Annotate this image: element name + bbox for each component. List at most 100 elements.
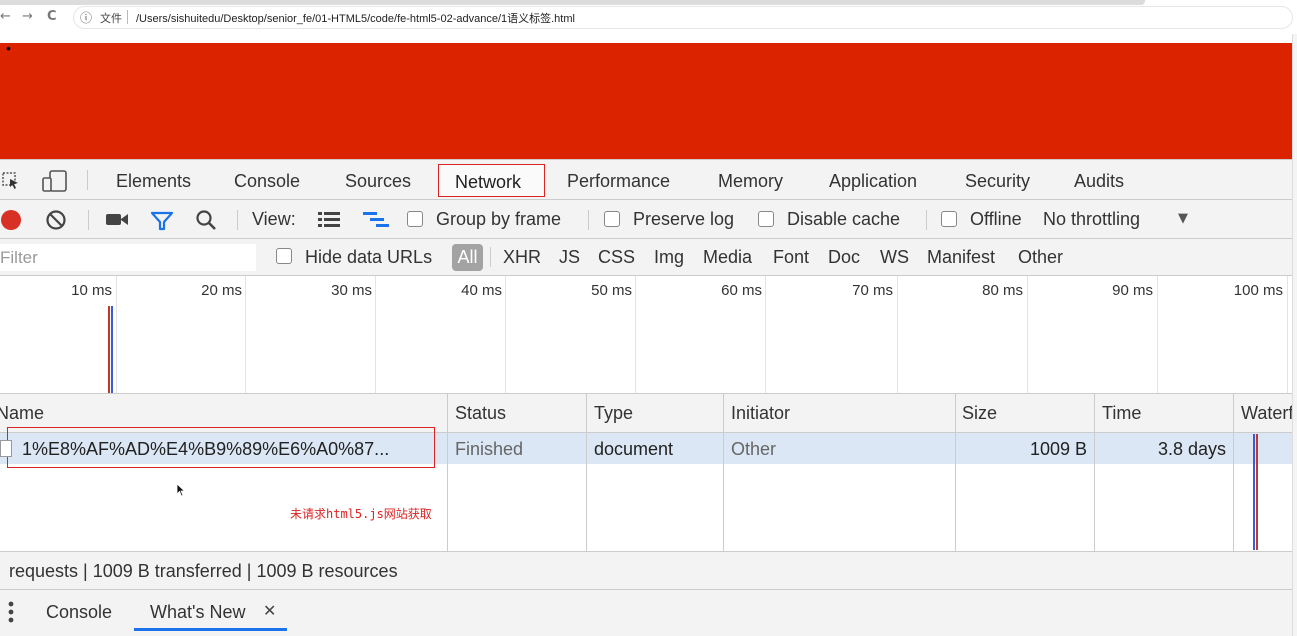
- close-icon[interactable]: ✕: [263, 601, 276, 620]
- waterfall-load-line: [1253, 434, 1255, 550]
- column-divider: [447, 394, 448, 552]
- column-divider: [955, 394, 956, 552]
- tab-strip-edge: [0, 0, 1145, 5]
- column-divider: [586, 394, 587, 552]
- drawer-tab-console[interactable]: Console: [46, 602, 112, 623]
- tick-gridline: [505, 276, 506, 393]
- tick-gridline: [375, 276, 376, 393]
- tick-gridline: [245, 276, 246, 393]
- capture-screenshots-icon[interactable]: [105, 212, 129, 227]
- filter-type-ws[interactable]: WS: [880, 247, 909, 268]
- filter-input[interactable]: [0, 244, 256, 271]
- toolbar-divider: [588, 210, 589, 230]
- waterfall-dcl-line: [1256, 434, 1258, 550]
- requests-table: Name Status Type Initiator Size Time Wat…: [0, 394, 1292, 552]
- summary-text: requests | 1009 B transferred | 1009 B r…: [9, 561, 398, 581]
- throttling-select[interactable]: No throttling: [1043, 209, 1140, 230]
- filter-type-font[interactable]: Font: [773, 247, 809, 268]
- network-toolbar: View: Group by frame Preserve log Disabl…: [0, 200, 1292, 239]
- filter-type-other[interactable]: Other: [1018, 247, 1063, 268]
- filter-type-manifest[interactable]: Manifest: [927, 247, 995, 268]
- page-red-block: [0, 43, 1292, 159]
- group-by-frame-checkbox[interactable]: [407, 211, 423, 227]
- tab-network[interactable]: Network: [438, 164, 545, 197]
- header-type[interactable]: Type: [594, 403, 633, 424]
- header-status[interactable]: Status: [455, 403, 506, 424]
- filter-divider: [490, 247, 491, 267]
- tab-security[interactable]: Security: [965, 171, 1030, 192]
- filter-type-all[interactable]: All: [452, 244, 483, 271]
- back-icon[interactable]: ←: [0, 9, 11, 24]
- tab-memory[interactable]: Memory: [718, 171, 783, 192]
- filter-type-media[interactable]: Media: [703, 247, 752, 268]
- column-divider: [1233, 394, 1234, 552]
- clear-icon[interactable]: [45, 209, 67, 231]
- offline-label: Offline: [970, 209, 1022, 229]
- annotation-note: 未请求html5.js网站获取: [290, 507, 432, 521]
- chevron-down-icon[interactable]: ▼: [1178, 211, 1188, 226]
- tick-label: 20 ms: [201, 282, 242, 299]
- header-time[interactable]: Time: [1102, 403, 1141, 424]
- filter-type-img[interactable]: Img: [654, 247, 684, 268]
- header-name[interactable]: Name: [0, 403, 44, 424]
- device-toolbar-icon[interactable]: [42, 170, 68, 192]
- column-divider: [1094, 394, 1095, 552]
- tick-label: 80 ms: [982, 282, 1023, 299]
- summary-bar: requests | 1009 B transferred | 1009 B r…: [0, 552, 1292, 590]
- tick-gridline: [897, 276, 898, 393]
- reload-icon[interactable]: C: [47, 9, 57, 24]
- tick-gridline: [1027, 276, 1028, 393]
- header-waterfall[interactable]: Waterfall: [1241, 403, 1292, 424]
- tick-label: 100 ms: [1233, 282, 1283, 299]
- tab-audits[interactable]: Audits: [1074, 171, 1124, 192]
- view-label: View:: [252, 209, 296, 229]
- tab-application[interactable]: Application: [829, 171, 917, 192]
- hide-data-urls-checkbox[interactable]: [276, 248, 292, 264]
- record-button[interactable]: [1, 210, 21, 230]
- filter-type-css[interactable]: CSS: [598, 247, 635, 268]
- cell-size: 1009 B: [1029, 439, 1087, 459]
- offline-checkbox[interactable]: [941, 211, 957, 227]
- tab-performance[interactable]: Performance: [567, 171, 670, 192]
- active-tab-indicator: [134, 628, 287, 631]
- tab-network-label: Network: [455, 172, 522, 192]
- url-text[interactable]: /Users/sishuitedu/Desktop/senior_fe/01-H…: [136, 10, 575, 26]
- filter-type-js[interactable]: JS: [559, 247, 580, 268]
- column-divider: [723, 394, 724, 552]
- tabbar-divider: [87, 170, 88, 190]
- disable-cache-label: Disable cache: [787, 209, 901, 229]
- header-size[interactable]: Size: [962, 403, 997, 424]
- devtools-tabbar: Elements Console Sources Network Perform…: [0, 160, 1292, 200]
- drawer-tab-whats-new[interactable]: What's New: [150, 602, 245, 623]
- tick-label: 30 ms: [331, 282, 372, 299]
- network-overview[interactable]: 10 ms 20 ms 30 ms 40 ms 50 ms 60 ms 70 m…: [0, 276, 1292, 394]
- preserve-log-checkbox[interactable]: [604, 211, 620, 227]
- drawer-tabbar: Console What's New ✕: [0, 590, 1292, 636]
- inspect-element-icon[interactable]: [2, 172, 20, 190]
- tick-gridline: [635, 276, 636, 393]
- forward-icon[interactable]: →: [22, 9, 33, 24]
- tick-label: 40 ms: [461, 282, 502, 299]
- tick-gridline: [1287, 276, 1288, 393]
- large-rows-icon[interactable]: [317, 211, 341, 228]
- overview-waterfall-icon[interactable]: [362, 211, 390, 228]
- tick-label: 60 ms: [721, 282, 762, 299]
- devtools-panel: Elements Console Sources Network Perform…: [0, 159, 1292, 636]
- tick-gridline: [765, 276, 766, 393]
- filter-icon[interactable]: [150, 211, 174, 231]
- tab-console[interactable]: Console: [234, 171, 300, 192]
- more-options-icon[interactable]: [8, 601, 14, 623]
- load-event-marker: [111, 306, 113, 393]
- tab-elements[interactable]: Elements: [116, 171, 191, 192]
- filter-type-xhr[interactable]: XHR: [503, 247, 541, 268]
- cell-initiator: Other: [731, 439, 777, 459]
- info-icon[interactable]: ⓘ: [80, 9, 92, 26]
- search-icon[interactable]: [195, 209, 217, 231]
- toolbar-divider: [926, 210, 927, 230]
- network-filterbar: Hide data URLs All XHR JS CSS Img Media …: [0, 239, 1292, 276]
- tick-label: 70 ms: [852, 282, 893, 299]
- disable-cache-checkbox[interactable]: [758, 211, 774, 227]
- header-initiator[interactable]: Initiator: [731, 403, 790, 424]
- filter-type-doc[interactable]: Doc: [828, 247, 860, 268]
- tab-sources[interactable]: Sources: [345, 171, 411, 192]
